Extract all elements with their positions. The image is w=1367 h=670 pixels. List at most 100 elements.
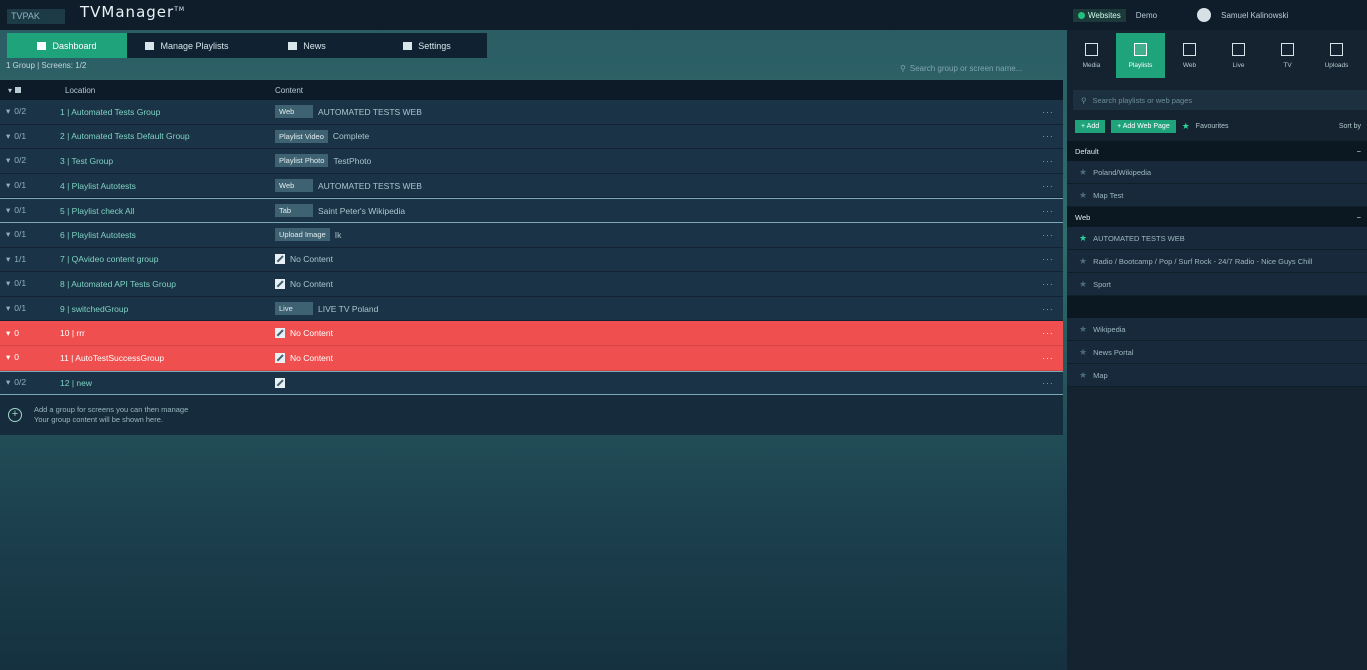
group-name[interactable]: 3 | Test Group	[60, 156, 275, 166]
star-icon[interactable]: ★	[1079, 347, 1087, 358]
playlist-item[interactable]: ★ Poland/Wikipedia	[1067, 161, 1367, 184]
add-group-row[interactable]: + Add a group for screens you can then m…	[0, 395, 1063, 436]
section-header[interactable]: Default −	[1067, 141, 1367, 161]
table-row[interactable]: ▾ 0/2 3 | Test Group Playlist Photo Test…	[0, 149, 1063, 174]
playlist-item[interactable]: ★ Map Test	[1067, 184, 1367, 207]
group-name[interactable]: 1 | Automated Tests Group	[60, 107, 275, 117]
tab-manage-playlists[interactable]: Manage Playlists	[127, 33, 247, 58]
group-content[interactable]: Web AUTOMATED TESTS WEB	[275, 105, 1033, 119]
star-icon[interactable]: ★	[1079, 256, 1087, 267]
table-row[interactable]: ▾ 1/1 7 | QAvideo content group No Conte…	[0, 248, 1063, 273]
websites-badge[interactable]: Websites	[1073, 8, 1126, 22]
group-content[interactable]: Web AUTOMATED TESTS WEB	[275, 179, 1033, 193]
chevron-down-icon[interactable]: ▾	[6, 352, 10, 363]
table-row[interactable]: ▾ 0 11 | AutoTestSuccessGroup No Content…	[0, 345, 1063, 371]
table-row[interactable]: ▾ 0/2 12 | new ···	[0, 370, 1063, 396]
chevron-down-icon[interactable]: ▾	[6, 131, 10, 142]
group-content[interactable]: No Content	[275, 328, 1033, 339]
group-content[interactable]: No Content	[275, 278, 1033, 289]
more-options-button[interactable]: ···	[1033, 279, 1063, 289]
chevron-down-icon[interactable]: ▾	[6, 106, 10, 117]
collapse-icon[interactable]: −	[1357, 213, 1361, 222]
table-row[interactable]: ▾ 0/1 6 | Playlist Autotests Upload Imag…	[0, 223, 1063, 248]
group-name[interactable]: 12 | new	[60, 378, 275, 388]
star-icon[interactable]: ★	[1079, 370, 1087, 381]
group-content[interactable]: Upload Image Ik	[275, 228, 1033, 242]
table-row[interactable]: ▾ 0 10 | rrr No Content ···	[0, 321, 1063, 346]
more-options-button[interactable]: ···	[1033, 254, 1063, 264]
table-row[interactable]: ▾ 0/1 2 | Automated Tests Default Group …	[0, 125, 1063, 150]
tab-dashboard[interactable]: Dashboard	[7, 33, 127, 58]
sort-dropdown[interactable]: Sort by	[1339, 123, 1361, 130]
playlist-item[interactable]: ★ News Portal	[1067, 341, 1367, 364]
chevron-down-icon[interactable]: ▾	[6, 328, 10, 339]
tab-news[interactable]: News	[247, 33, 367, 58]
panel-search-input[interactable]: Search playlists or web pages	[1093, 96, 1193, 105]
panel-tab[interactable]: Web	[1165, 33, 1214, 78]
panel-search[interactable]: ⚲ Search playlists or web pages	[1073, 90, 1367, 110]
panel-tab[interactable]: Live	[1214, 33, 1263, 78]
select-all-checkbox[interactable]: ▾	[0, 86, 25, 95]
group-name[interactable]: 8 | Automated API Tests Group	[60, 279, 275, 289]
group-content[interactable]: Live LIVE TV Poland	[275, 302, 1033, 316]
more-options-button[interactable]: ···	[1033, 230, 1063, 240]
chevron-down-icon[interactable]: ▾	[6, 180, 10, 191]
chevron-down-icon[interactable]: ▾	[6, 278, 10, 289]
user-name[interactable]: Samuel Kalinowski	[1221, 11, 1288, 20]
add-button[interactable]: + Add	[1075, 120, 1106, 133]
group-name[interactable]: 11 | AutoTestSuccessGroup	[60, 353, 275, 363]
add-circle-icon[interactable]: +	[8, 408, 22, 423]
star-icon[interactable]: ★	[1079, 190, 1087, 201]
playlist-item[interactable]: ★ Wikipedia	[1067, 318, 1367, 341]
group-name[interactable]: 5 | Playlist check All	[60, 206, 275, 216]
star-icon[interactable]: ★	[1079, 167, 1087, 178]
group-name[interactable]: 7 | QAvideo content group	[60, 254, 275, 264]
star-icon[interactable]: ★	[1182, 121, 1190, 132]
table-row[interactable]: ▾ 0/1 5 | Playlist check All Tab Saint P…	[0, 198, 1063, 223]
star-icon[interactable]: ★	[1079, 324, 1087, 335]
avatar[interactable]	[1197, 8, 1212, 22]
chevron-down-icon[interactable]: ▾	[6, 229, 10, 240]
table-row[interactable]: ▾ 0/1 9 | switchedGroup Live LIVE TV Pol…	[0, 297, 1063, 322]
star-icon[interactable]: ★	[1079, 233, 1087, 244]
group-name[interactable]: 4 | Playlist Autotests	[60, 181, 275, 191]
group-name[interactable]: 6 | Playlist Autotests	[60, 230, 275, 240]
table-row[interactable]: ▾ 0/2 1 | Automated Tests Group Web AUTO…	[0, 100, 1063, 125]
section-header[interactable]: Web −	[1067, 207, 1367, 227]
star-icon[interactable]: ★	[1079, 279, 1087, 290]
panel-tab[interactable]: Playlists	[1116, 33, 1165, 78]
group-content[interactable]: No Content	[275, 254, 1033, 265]
app-logo[interactable]: TVManagerTM	[80, 3, 185, 21]
group-content[interactable]: Tab Saint Peter's Wikipedia	[275, 204, 1033, 218]
more-options-button[interactable]: ···	[1033, 107, 1063, 117]
favourites-filter[interactable]: Favourites	[1196, 123, 1229, 130]
panel-tab[interactable]: Media	[1067, 33, 1116, 78]
search-input[interactable]: Search group or screen name...	[910, 64, 1023, 73]
panel-tab[interactable]: TV	[1263, 33, 1312, 78]
group-name[interactable]: 9 | switchedGroup	[60, 304, 275, 314]
chevron-down-icon[interactable]: ▾	[6, 377, 10, 388]
more-options-button[interactable]: ···	[1033, 328, 1063, 338]
more-options-button[interactable]: ···	[1033, 206, 1063, 216]
more-options-button[interactable]: ···	[1033, 181, 1063, 191]
tab-settings[interactable]: Settings	[367, 33, 487, 58]
group-content[interactable]	[275, 377, 1033, 388]
table-row[interactable]: ▾ 0/1 4 | Playlist Autotests Web AUTOMAT…	[0, 174, 1063, 199]
playlist-item[interactable]: ★ Radio / Bootcamp / Pop / Surf Rock - 2…	[1067, 250, 1367, 273]
playlist-item[interactable]: ★ AUTOMATED TESTS WEB	[1067, 227, 1367, 250]
collapse-icon[interactable]: −	[1357, 147, 1361, 156]
playlist-item[interactable]: ★ Map	[1067, 364, 1367, 387]
group-content[interactable]: Playlist Video Complete	[275, 129, 1033, 143]
chevron-down-icon[interactable]: ▾	[6, 254, 10, 265]
add-web-page-button[interactable]: + Add Web Page	[1111, 120, 1176, 133]
more-options-button[interactable]: ···	[1033, 378, 1063, 388]
group-name[interactable]: 10 | rrr	[60, 328, 275, 338]
more-options-button[interactable]: ···	[1033, 131, 1063, 141]
more-options-button[interactable]: ···	[1033, 156, 1063, 166]
chevron-down-icon[interactable]: ▾	[6, 205, 10, 216]
account-switcher[interactable]: Demo	[1136, 11, 1157, 20]
group-search[interactable]: ⚲ Search group or screen name...	[900, 61, 1060, 75]
more-options-button[interactable]: ···	[1033, 353, 1063, 363]
chevron-down-icon[interactable]: ▾	[6, 155, 10, 166]
more-options-button[interactable]: ···	[1033, 304, 1063, 314]
